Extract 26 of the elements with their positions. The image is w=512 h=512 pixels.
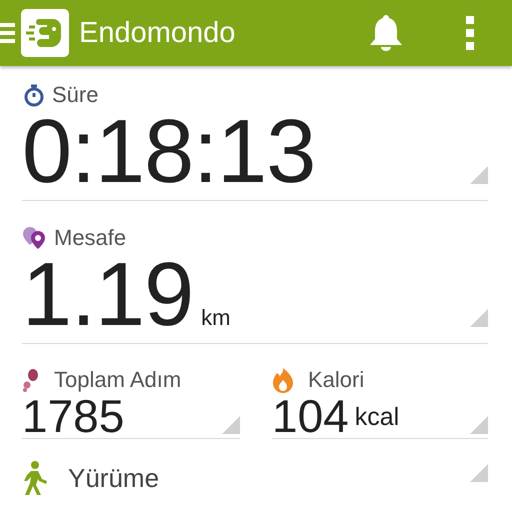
dropdown-corner-icon[interactable] xyxy=(470,309,488,327)
metric-value: 1785 xyxy=(22,394,124,438)
dropdown-corner-icon[interactable] xyxy=(222,416,240,434)
metric-label: Mesafe xyxy=(54,225,126,251)
app-title: Endomondo xyxy=(79,16,236,50)
bell-icon[interactable] xyxy=(368,13,404,53)
walking-person-icon xyxy=(22,461,48,495)
metric-label: Süre xyxy=(52,82,98,108)
sport-label[interactable]: Yürüme xyxy=(68,462,160,494)
logo-icon xyxy=(21,9,69,57)
metric-value: 1.19 xyxy=(22,253,194,337)
menu-icon[interactable] xyxy=(0,23,15,43)
metric-unit: kcal xyxy=(354,403,400,432)
metric-label: Kalori xyxy=(308,367,364,393)
stopwatch-icon xyxy=(22,83,46,107)
metric-value: 104 xyxy=(272,394,349,438)
metric-value: 0:18:13 xyxy=(22,110,316,194)
dropdown-corner-icon[interactable] xyxy=(470,416,488,434)
flame-icon xyxy=(272,367,294,393)
more-options-icon[interactable] xyxy=(466,16,474,50)
footprints-icon xyxy=(22,368,40,392)
metric-unit: km xyxy=(201,305,230,331)
dropdown-corner-icon[interactable] xyxy=(470,464,488,482)
location-pins-icon xyxy=(22,226,48,250)
metric-label: Toplam Adım xyxy=(54,367,182,393)
dropdown-corner-icon[interactable] xyxy=(470,166,488,184)
